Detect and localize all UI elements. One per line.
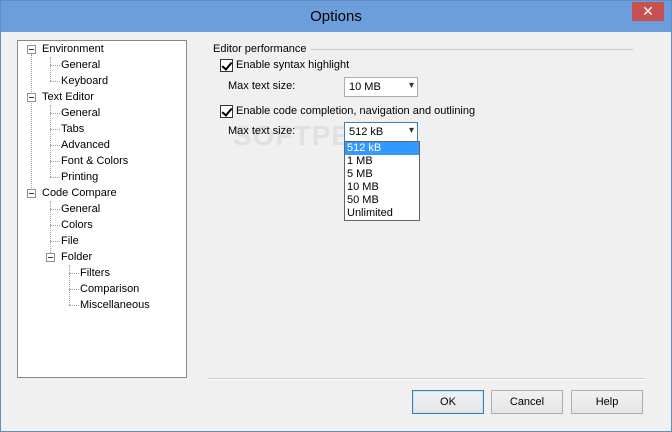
- tree-connector: [50, 113, 60, 114]
- collapse-icon[interactable]: [27, 45, 36, 54]
- tree-item-environment[interactable]: Environment: [42, 41, 104, 57]
- window-title: Options: [310, 8, 362, 25]
- close-button[interactable]: ✕: [632, 2, 664, 21]
- syntax-highlight-label[interactable]: Enable syntax highlight: [236, 59, 349, 71]
- options-window: Options ✕ Environment General Keyboard T…: [0, 0, 672, 432]
- tree-connector: [69, 289, 79, 290]
- tree-connector: [50, 145, 60, 146]
- tree-connector: [69, 305, 79, 306]
- completion-max-size-select[interactable]: 512 kB ▾: [344, 122, 418, 142]
- tree-connector: [50, 225, 60, 226]
- help-button[interactable]: Help: [571, 390, 643, 414]
- tree-connector: [50, 209, 60, 210]
- tree-item-text-editor-general[interactable]: General: [61, 105, 100, 121]
- syntax-highlight-checkbox[interactable]: [220, 59, 233, 72]
- collapse-icon[interactable]: [27, 93, 36, 102]
- tree-item-advanced[interactable]: Advanced: [61, 137, 110, 153]
- tree-item-colors[interactable]: Colors: [61, 217, 93, 233]
- tree-item-code-compare[interactable]: Code Compare: [42, 185, 117, 201]
- tree-connector: [31, 54, 32, 198]
- collapse-icon[interactable]: [46, 253, 55, 262]
- tree-connector: [50, 129, 60, 130]
- tree-connector: [69, 273, 79, 274]
- dropdown-option[interactable]: 512 kB: [345, 142, 419, 155]
- tree-item-tabs[interactable]: Tabs: [61, 121, 84, 137]
- tree-item-filters[interactable]: Filters: [80, 265, 110, 281]
- tree-connector: [50, 57, 51, 81]
- tree-item-miscellaneous[interactable]: Miscellaneous: [80, 297, 150, 313]
- tree-item-code-compare-general[interactable]: General: [61, 201, 100, 217]
- group-label: Editor performance: [213, 43, 307, 55]
- tree-item-environment-general[interactable]: General: [61, 57, 100, 73]
- tree-connector: [50, 105, 51, 177]
- tree-connector: [50, 65, 60, 66]
- tree-connector: [50, 241, 60, 242]
- dropdown-option[interactable]: 5 MB: [345, 168, 419, 181]
- code-completion-checkbox[interactable]: [220, 105, 233, 118]
- dropdown-option[interactable]: 1 MB: [345, 155, 419, 168]
- completion-max-size-label: Max text size:: [228, 125, 296, 137]
- tree-connector: [50, 81, 60, 82]
- dropdown-option[interactable]: 50 MB: [345, 194, 419, 207]
- collapse-icon[interactable]: [27, 189, 36, 198]
- chevron-down-icon: ▾: [408, 125, 414, 136]
- ok-button[interactable]: OK: [412, 390, 484, 414]
- group-divider: [311, 49, 633, 50]
- tree-connector: [50, 177, 60, 178]
- code-completion-label[interactable]: Enable code completion, navigation and o…: [236, 105, 475, 117]
- cancel-button[interactable]: Cancel: [491, 390, 563, 414]
- dropdown-option[interactable]: Unlimited: [345, 207, 419, 220]
- close-icon: ✕: [642, 3, 654, 19]
- completion-max-size-value: 512 kB: [349, 126, 384, 138]
- options-tree[interactable]: Environment General Keyboard Text Editor…: [17, 40, 187, 378]
- tree-item-comparison[interactable]: Comparison: [80, 281, 139, 297]
- button-separator: [207, 378, 644, 380]
- tree-connector: [69, 265, 70, 305]
- tree-connector: [50, 161, 60, 162]
- syntax-max-size-select[interactable]: 10 MB ▾: [344, 77, 418, 97]
- max-size-dropdown-list[interactable]: 512 kB 1 MB 5 MB 10 MB 50 MB Unlimited: [344, 141, 420, 221]
- tree-item-keyboard[interactable]: Keyboard: [61, 73, 108, 89]
- syntax-max-size-label: Max text size:: [228, 80, 296, 92]
- dialog-body: Environment General Keyboard Text Editor…: [8, 32, 664, 426]
- dropdown-option[interactable]: 10 MB: [345, 181, 419, 194]
- tree-item-file[interactable]: File: [61, 233, 79, 249]
- tree-item-folder[interactable]: Folder: [61, 249, 92, 265]
- title-bar[interactable]: Options ✕: [1, 1, 671, 32]
- tree-item-printing[interactable]: Printing: [61, 169, 98, 185]
- tree-item-font-colors[interactable]: Font & Colors: [61, 153, 128, 169]
- chevron-down-icon: ▾: [408, 80, 414, 91]
- tree-item-text-editor[interactable]: Text Editor: [42, 89, 94, 105]
- syntax-max-size-value: 10 MB: [349, 81, 381, 93]
